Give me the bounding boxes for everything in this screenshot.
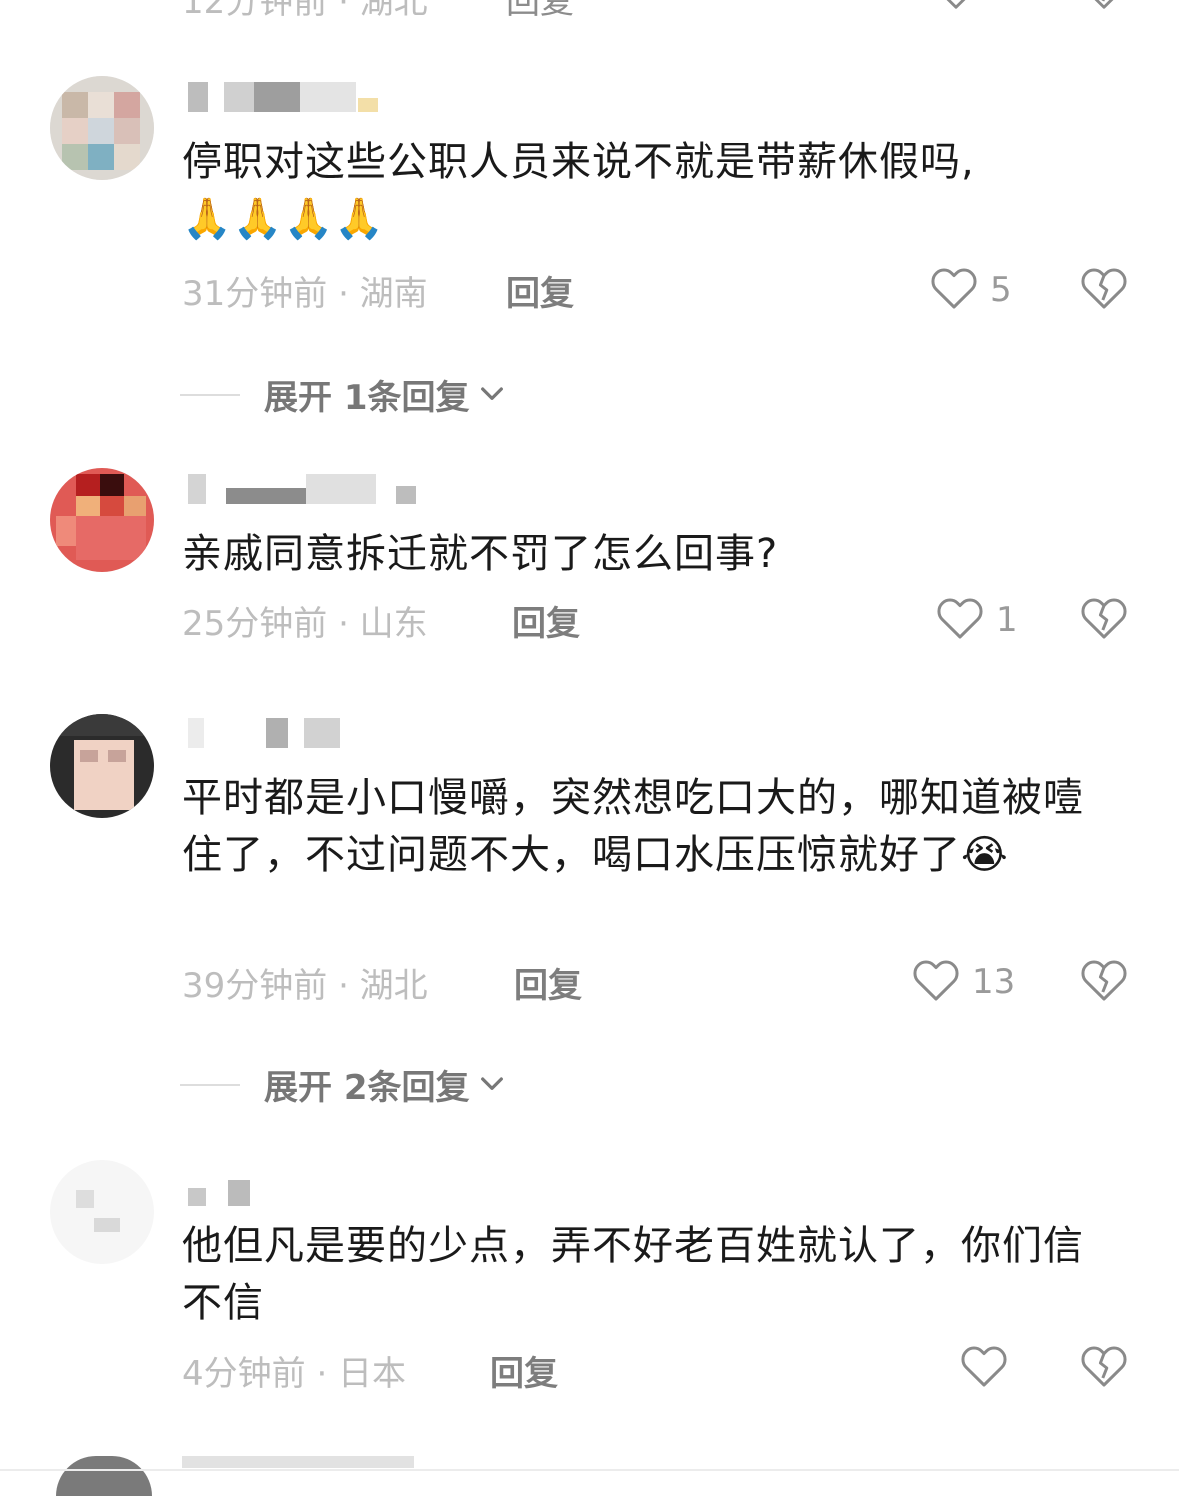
reply-button[interactable]: 回复 [506,0,574,23]
reply-button[interactable]: 回复 [506,266,574,315]
comment-meta: 39分钟前 · 湖北 [182,966,428,1006]
divider-line [180,1083,240,1086]
avatar[interactable] [50,714,154,818]
username-blurred[interactable] [188,82,388,112]
like-count: 1 [996,600,1018,640]
like-button[interactable]: 1 [936,596,1018,644]
heart-outline-icon[interactable] [934,0,978,14]
comment-text: 亲戚同意拆迁就不罚了怎么回事? [182,531,779,577]
like-button[interactable] [960,1344,1020,1392]
comment-meta: 12分钟前 · 湖北 [182,0,428,22]
avatar[interactable] [50,76,154,180]
username-blurred[interactable] [188,718,348,748]
expand-replies-label: 展开 2条回复 [264,1068,470,1108]
like-count: 5 [990,270,1012,310]
folded-hands-emoji: 🙏🙏🙏🙏 [182,196,386,242]
divider-line [0,1469,1179,1471]
broken-heart-icon[interactable] [1080,958,1128,1006]
heart-outline-icon [936,596,984,644]
broken-heart-icon[interactable] [1080,266,1128,314]
username-blurred[interactable] [188,474,418,504]
heart-outline-icon [912,958,960,1006]
comment-meta: 25分钟前 · 山东 [182,604,428,644]
chevron-down-icon [476,1067,508,1103]
avatar[interactable] [50,1160,154,1264]
username-blurred[interactable] [182,1456,414,1468]
like-button[interactable]: 5 [930,266,1012,314]
username-blurred[interactable] [188,1176,258,1206]
comment-meta: 4分钟前 · 日本 [182,1354,407,1394]
reply-button[interactable]: 回复 [490,1346,558,1395]
like-button[interactable]: 13 [912,958,1015,1006]
like-count: 13 [972,962,1016,1002]
broken-heart-icon[interactable] [1082,0,1126,14]
divider-line [180,393,240,396]
expand-replies-button[interactable]: 展开 2条回复 [180,1060,508,1109]
reply-button[interactable]: 回复 [514,958,582,1007]
avatar[interactable] [56,1456,152,1496]
crying-face-emoji: 😭 [961,832,1009,878]
comment-text: 平时都是小口慢嚼，突然想吃口大的，哪知道被噎住了，不过问题不大，喝口水压压惊就好… [182,775,1084,878]
comment-text: 停职对这些公职人员来说不就是带薪休假吗, 🙏🙏🙏🙏 [182,139,975,242]
comment-meta: 31分钟前 · 湖南 [182,274,428,314]
heart-outline-icon [960,1344,1008,1392]
broken-heart-icon[interactable] [1080,1344,1128,1392]
comment-text: 他但凡是要的少点，弄不好老百姓就认了，你们信不信 [182,1223,1084,1326]
expand-replies-label: 展开 1条回复 [264,378,470,418]
broken-heart-icon[interactable] [1080,596,1128,644]
avatar[interactable] [50,468,154,572]
chevron-down-icon [476,377,508,413]
reply-button[interactable]: 回复 [512,596,580,645]
heart-outline-icon [930,266,978,314]
expand-replies-button[interactable]: 展开 1条回复 [180,370,508,419]
